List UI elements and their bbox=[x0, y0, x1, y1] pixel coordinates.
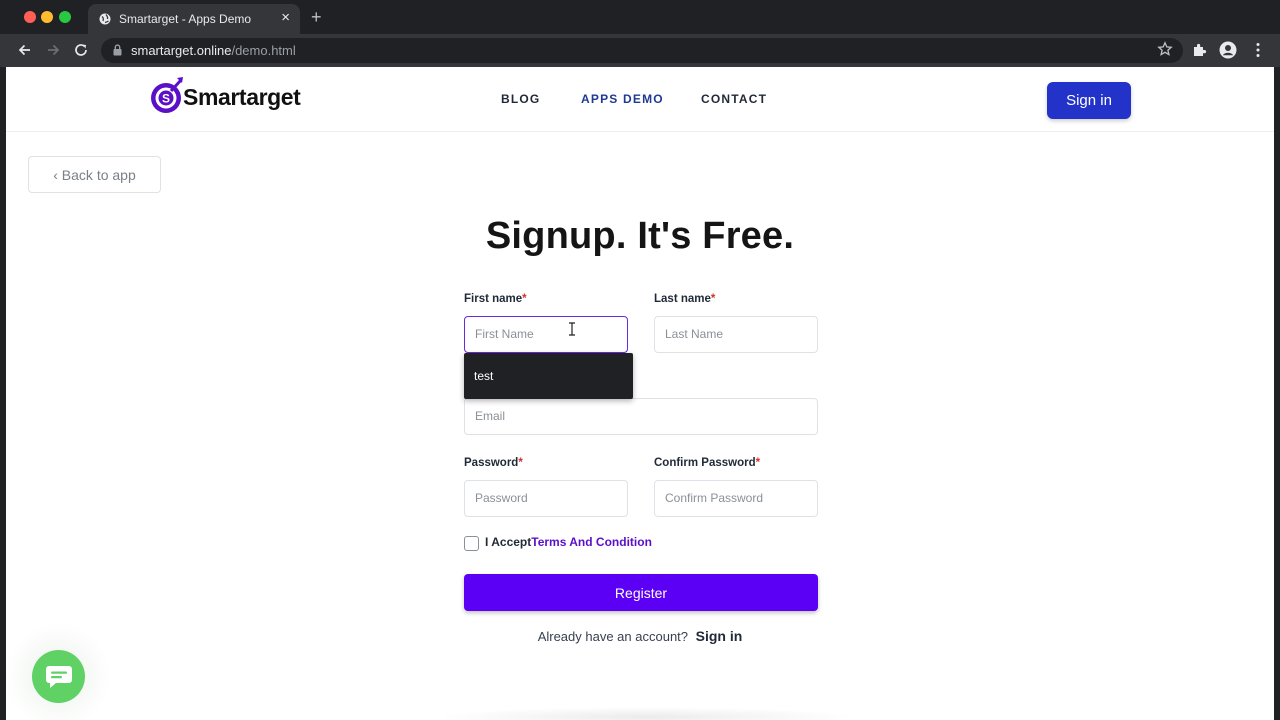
lock-icon bbox=[113, 44, 122, 56]
forward-arrow-icon[interactable] bbox=[45, 42, 61, 58]
first-name-label: First name* bbox=[464, 293, 527, 305]
email-input[interactable]: Email bbox=[464, 398, 818, 435]
back-arrow-icon[interactable] bbox=[17, 42, 33, 58]
url-path: /demo.html bbox=[231, 43, 296, 58]
last-name-label-text: Last name bbox=[654, 293, 711, 305]
window-frame-right bbox=[1274, 67, 1280, 720]
last-name-input[interactable]: Last Name bbox=[654, 316, 818, 353]
confirm-password-label: Confirm Password* bbox=[654, 457, 760, 469]
confirm-password-label-text: Confirm Password bbox=[654, 457, 756, 469]
globe-icon bbox=[99, 13, 111, 25]
reload-icon[interactable] bbox=[73, 42, 89, 58]
url-text: smartarget.online/demo.html bbox=[131, 43, 296, 58]
profile-avatar-icon[interactable] bbox=[1219, 41, 1237, 59]
signin-link[interactable]: Sign in bbox=[696, 628, 743, 644]
already-have-account: Already have an account? Sign in bbox=[6, 628, 1274, 644]
nav-contact[interactable]: CONTACT bbox=[701, 92, 767, 106]
nav-blog[interactable]: BLOG bbox=[501, 92, 540, 106]
accept-text: I Accept bbox=[485, 535, 532, 549]
address-bar[interactable]: smartarget.online/demo.html bbox=[101, 38, 1183, 63]
text-cursor-icon bbox=[569, 322, 575, 336]
extensions-puzzle-icon[interactable] bbox=[1191, 41, 1209, 59]
terms-checkbox[interactable] bbox=[464, 536, 479, 551]
password-label: Password* bbox=[464, 457, 523, 469]
browser-menu-icon[interactable] bbox=[1249, 41, 1267, 59]
chat-bubble-icon bbox=[45, 665, 72, 688]
password-input[interactable]: Password bbox=[464, 480, 628, 517]
close-window-button[interactable] bbox=[24, 11, 36, 23]
tab-title: Smartarget - Apps Demo bbox=[119, 12, 252, 26]
first-name-input[interactable]: First Name bbox=[464, 316, 628, 353]
site-header: S Smartarget BLOG APPS DEMO CONTACT Sign… bbox=[6, 67, 1274, 132]
nav-apps-demo[interactable]: APPS DEMO bbox=[581, 92, 664, 106]
confirm-password-input[interactable]: Confirm Password bbox=[654, 480, 818, 517]
first-name-label-text: First name bbox=[464, 293, 523, 305]
browser-tab[interactable]: Smartarget - Apps Demo × bbox=[88, 4, 300, 34]
bottom-shadow bbox=[436, 707, 856, 720]
new-tab-icon[interactable]: + bbox=[311, 8, 322, 26]
url-host: smartarget.online bbox=[131, 43, 232, 58]
terms-text: I AcceptTerms And Condition bbox=[485, 535, 652, 549]
required-mark: * bbox=[710, 293, 716, 305]
minimize-window-button[interactable] bbox=[41, 11, 53, 23]
logo-text: Smartarget bbox=[183, 84, 301, 110]
required-mark: * bbox=[518, 457, 523, 469]
bookmark-star-icon[interactable] bbox=[1157, 41, 1173, 57]
browser-toolbar: smartarget.online/demo.html bbox=[0, 34, 1280, 67]
page-viewport: S Smartarget BLOG APPS DEMO CONTACT Sign… bbox=[6, 67, 1274, 720]
required-mark: * bbox=[755, 457, 761, 469]
chat-widget-button[interactable] bbox=[32, 650, 85, 703]
target-logo-icon: S bbox=[151, 77, 183, 113]
browser-tab-bar: Smartarget - Apps Demo × + bbox=[0, 0, 1280, 34]
back-to-app-button[interactable]: ‹ Back to app bbox=[28, 156, 161, 193]
svg-text:S: S bbox=[162, 92, 170, 106]
password-label-text: Password bbox=[464, 457, 519, 469]
last-name-label: Last name* bbox=[654, 293, 715, 305]
autocomplete-dropdown[interactable]: test bbox=[464, 353, 633, 399]
page-title: Signup. It's Free. bbox=[485, 215, 795, 257]
register-button[interactable]: Register bbox=[464, 574, 818, 611]
terms-link[interactable]: Terms And Condition bbox=[531, 535, 652, 549]
maximize-window-button[interactable] bbox=[59, 11, 71, 23]
header-signin-button[interactable]: Sign in bbox=[1047, 82, 1131, 119]
already-text: Already have an account? bbox=[537, 629, 689, 644]
required-mark: * bbox=[522, 293, 527, 305]
autocomplete-suggestion[interactable]: test bbox=[474, 369, 493, 383]
tab-close-icon[interactable]: × bbox=[281, 10, 290, 25]
